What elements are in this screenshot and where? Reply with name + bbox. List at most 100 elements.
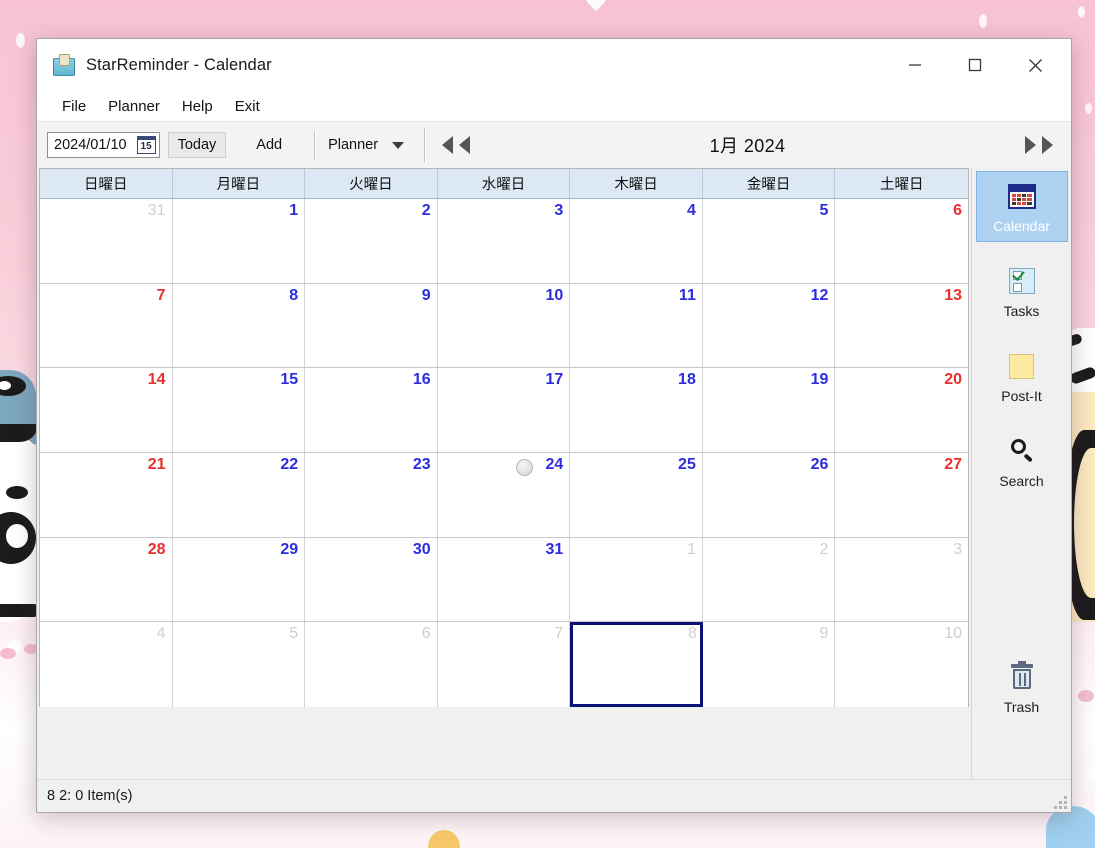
wallpaper-dot — [1085, 103, 1092, 114]
desktop-wallpaper: StarReminder - Calendar File Planner Hel… — [0, 0, 1095, 848]
calendar-day-cell[interactable]: 21 — [40, 452, 173, 537]
calendar-day-number: 27 — [944, 455, 962, 473]
calendar-day-cell[interactable]: 10 — [437, 283, 571, 368]
calendar-day-number: 28 — [147, 540, 166, 558]
calendar-day-cell[interactable]: 22 — [172, 452, 306, 537]
calendar-day-cell[interactable]: 2 — [305, 199, 438, 283]
calendar-day-cell[interactable]: 14 — [40, 368, 173, 452]
calendar-day-number: 4 — [156, 625, 166, 643]
calendar-day-cell[interactable]: 6 — [835, 199, 968, 283]
calendar-day-number: 6 — [421, 625, 431, 643]
weekday-header-wednesday: 水曜日 — [437, 169, 571, 198]
app-window: StarReminder - Calendar File Planner Hel… — [36, 38, 1072, 813]
rail-item-post-it[interactable]: Post-It — [976, 341, 1068, 412]
rail-item-search[interactable]: Search — [976, 426, 1068, 497]
calendar-day-cell[interactable]: 3 — [437, 199, 571, 283]
calendar-day-cell[interactable]: 27 — [835, 452, 968, 537]
calendar-day-cell[interactable]: 7 — [40, 283, 173, 368]
menu-item-file[interactable]: File — [51, 95, 97, 118]
calendar-day-cell[interactable]: 10 — [835, 622, 968, 707]
calendar-day-number: 10 — [545, 286, 564, 304]
calendar-day-cell[interactable]: 31 — [40, 199, 173, 283]
calendar-day-cell[interactable]: 2 — [702, 537, 836, 622]
status-text: 8 2: 0 Item(s) — [47, 788, 133, 804]
calendar-day-cell[interactable]: 25 — [570, 452, 703, 537]
close-icon[interactable] — [1005, 39, 1065, 91]
calendar-weeks: 31 1 2 3 4 5 6 7 8 9 10 11 12 13 14 15 16 17 18 19 20 21 22 23 2… — [40, 199, 968, 707]
post-it-icon — [1009, 349, 1034, 383]
calendar-day-cell[interactable]: 28 — [40, 537, 173, 622]
calendar-day-cell[interactable]: 12 — [702, 283, 836, 368]
calendar-day-cell[interactable]: 11 — [570, 283, 703, 368]
resize-grip[interactable] — [1053, 795, 1067, 809]
calendar-day-number: 14 — [147, 371, 166, 389]
calendar-day-cell[interactable]: 8 — [172, 283, 306, 368]
calendar-day-cell[interactable]: 3 — [835, 537, 968, 622]
calendar-day-number: 7 — [156, 286, 166, 304]
calendar-day-cell[interactable]: 29 — [172, 537, 306, 622]
calendar-pane: 日曜日 月曜日 火曜日 水曜日 木曜日 金曜日 土曜日 31 1 2 3 4 5 6 7 8 9 1… — [37, 168, 971, 779]
weekday-header-tuesday: 火曜日 — [305, 169, 438, 198]
character-art-pupil — [6, 524, 28, 548]
rail-item-trash[interactable]: Trash — [976, 652, 1068, 723]
calendar-day-cell[interactable]: 4 — [570, 199, 703, 283]
next-month-arrow-icon[interactable] — [1025, 136, 1036, 154]
calendar-day-cell[interactable]: 7 — [437, 622, 571, 707]
rail-label-post-it: Post-It — [1001, 388, 1042, 404]
menu-item-help[interactable]: Help — [171, 95, 224, 118]
calendar-day-cell[interactable]: 5 — [172, 622, 306, 707]
calendar-day-cell[interactable]: 9 — [702, 622, 836, 707]
date-input-value: 2024/01/10 — [54, 137, 127, 153]
calendar-day-number: 9 — [421, 286, 431, 304]
calendar-picker-icon[interactable]: 15 — [136, 136, 156, 154]
calendar-day-cell[interactable]: 31 — [437, 537, 571, 622]
calendar-day-number: 1 — [686, 540, 696, 558]
calendar-day-cell[interactable]: 20 — [835, 368, 968, 452]
calendar-day-cell[interactable]: 1 — [172, 199, 306, 283]
add-button[interactable]: Add — [244, 132, 294, 158]
calendar-day-cell[interactable]: 26 — [702, 452, 836, 537]
current-month-label: 1月 2024 — [709, 136, 786, 156]
rail-label-calendar: Calendar — [993, 218, 1050, 234]
next-year-arrow-icon[interactable] — [1042, 136, 1053, 154]
calendar-day-cell[interactable]: 17 — [437, 368, 571, 452]
prev-month-arrow-icon[interactable] — [459, 136, 471, 154]
calendar-week-row: 14 15 16 17 18 19 20 — [40, 368, 968, 453]
character-art-right-blush — [1078, 690, 1094, 702]
rail-item-calendar[interactable]: Calendar — [975, 171, 1068, 242]
calendar-day-number: 8 — [289, 286, 299, 304]
calendar-day-cell[interactable]: 6 — [305, 622, 438, 707]
calendar-day-cell[interactable]: 8 — [570, 622, 703, 707]
calendar-week-row: 28 29 30 31 1 2 3 — [40, 537, 968, 623]
calendar-day-cell[interactable]: 16 — [305, 368, 438, 452]
calendar-day-number: 20 — [944, 371, 962, 389]
calendar-day-number: 11 — [678, 286, 696, 304]
calendar-day-number: 23 — [412, 455, 431, 473]
calendar-day-cell[interactable]: 18 — [570, 368, 703, 452]
date-input[interactable]: 2024/01/10 15 — [47, 132, 160, 158]
window-title: StarReminder - Calendar — [86, 55, 272, 74]
calendar-day-cell[interactable]: 9 — [305, 283, 438, 368]
calendar-day-cell[interactable]: 24 — [437, 452, 571, 537]
menu-item-exit[interactable]: Exit — [224, 95, 271, 118]
calendar-week-row: 21 22 23 24 25 26 27 — [40, 452, 968, 538]
calendar-day-cell[interactable]: 5 — [702, 199, 836, 283]
prev-year-arrow-icon[interactable] — [442, 136, 454, 154]
today-button[interactable]: Today — [167, 132, 227, 158]
calendar-day-cell[interactable]: 13 — [835, 283, 968, 368]
calendar-day-cell[interactable]: 4 — [40, 622, 173, 707]
planner-dropdown[interactable]: Planner — [328, 137, 405, 153]
calendar-day-cell[interactable]: 1 — [570, 537, 703, 622]
maximize-icon[interactable] — [945, 39, 1005, 91]
calendar-day-cell[interactable]: 19 — [702, 368, 836, 452]
calendar-day-cell[interactable]: 23 — [305, 452, 438, 537]
minimize-icon[interactable] — [885, 39, 945, 91]
status-bar: 8 2: 0 Item(s) — [37, 779, 1071, 812]
calendar-day-number: 8 — [687, 625, 697, 643]
calendar-day-number: 24 — [545, 455, 564, 473]
rail-item-tasks[interactable]: Tasks — [976, 256, 1068, 327]
calendar-day-cell[interactable]: 30 — [305, 537, 438, 622]
wallpaper-heart — [585, 0, 607, 14]
calendar-day-cell[interactable]: 15 — [172, 368, 306, 452]
menu-item-planner[interactable]: Planner — [97, 95, 171, 118]
